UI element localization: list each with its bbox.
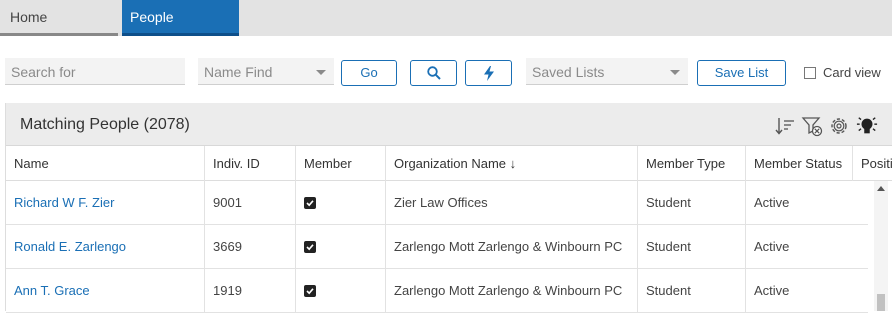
member-status-cell: Active	[745, 269, 852, 313]
person-name-link[interactable]: Ann T. Grace	[6, 269, 204, 313]
organization-cell: Zarlengo Mott Zarlengo & Winbourn PC	[385, 225, 637, 269]
member-checkbox[interactable]	[304, 197, 316, 209]
saved-lists-select[interactable]: Saved Lists	[526, 58, 688, 85]
member-cell	[295, 225, 385, 269]
search-button[interactable]	[410, 60, 457, 86]
indiv-id-cell: 3669	[204, 225, 295, 269]
check-icon	[306, 244, 314, 251]
person-name-link[interactable]: Richard W F. Zier	[6, 181, 204, 225]
table-row[interactable]: Richard W F. Zier 9001 Zier Law Offices …	[6, 181, 868, 225]
sort-icon[interactable]	[774, 115, 796, 137]
column-header-member-status[interactable]: Member Status	[745, 146, 852, 181]
filter-clear-icon[interactable]	[801, 115, 823, 137]
saved-lists-value: Saved Lists	[532, 64, 605, 80]
organization-cell: Zarlengo Mott Zarlengo & Winbourn PC	[385, 269, 637, 313]
lightbulb-icon[interactable]	[856, 115, 878, 137]
column-header-indiv-id[interactable]: Indiv. ID	[204, 146, 295, 181]
column-header-name[interactable]: Name	[6, 146, 204, 181]
save-list-button[interactable]: Save List	[697, 60, 786, 86]
card-view-label: Card view	[823, 65, 881, 80]
check-icon	[306, 200, 314, 207]
card-view-toggle[interactable]: Card view	[804, 65, 892, 82]
name-find-select[interactable]: Name Find	[198, 58, 334, 85]
results-panel: Matching People (2078) Name Indiv. ID Me…	[5, 103, 892, 313]
organization-cell: Zier Law Offices	[385, 181, 637, 225]
tab-home[interactable]: Home	[0, 0, 118, 36]
go-button[interactable]: Go	[341, 60, 397, 86]
search-icon	[426, 66, 441, 80]
tab-people[interactable]: People	[122, 0, 239, 36]
person-name-link[interactable]: Ronald E. Zarlengo	[6, 225, 204, 269]
search-toolbar: Search for Name Find Go Saved Lists Save…	[0, 58, 892, 88]
member-type-cell: Student	[637, 225, 745, 269]
scroll-thumb[interactable]	[877, 294, 885, 311]
table-row[interactable]: Ronald E. Zarlengo 3669 Zarlengo Mott Za…	[6, 225, 868, 269]
member-status-cell: Active	[745, 225, 852, 269]
settings-icon[interactable]	[828, 115, 850, 137]
column-header-organization[interactable]: Organization Name ↓	[385, 146, 637, 181]
column-header-position[interactable]: Positi	[852, 146, 892, 181]
panel-header: Matching People (2078)	[6, 103, 892, 146]
quick-action-button[interactable]	[465, 60, 512, 86]
member-checkbox[interactable]	[304, 241, 316, 253]
panel-title: Matching People (2078)	[20, 116, 190, 133]
member-type-cell: Student	[637, 181, 745, 225]
chevron-down-icon	[316, 70, 326, 75]
table-row[interactable]: Ann T. Grace 1919 Zarlengo Mott Zarlengo…	[6, 269, 868, 313]
member-status-cell: Active	[745, 181, 852, 225]
table-header: Name Indiv. ID Member Organization Name …	[6, 146, 892, 181]
member-type-cell: Student	[637, 269, 745, 313]
column-header-member[interactable]: Member	[295, 146, 385, 181]
search-input[interactable]: Search for	[5, 58, 185, 85]
member-cell	[295, 269, 385, 313]
check-icon	[306, 288, 314, 295]
column-header-member-type[interactable]: Member Type	[637, 146, 745, 181]
tab-bar: Home People	[0, 0, 892, 36]
scroll-up-arrow-icon[interactable]	[877, 186, 885, 191]
member-cell	[295, 181, 385, 225]
member-checkbox[interactable]	[304, 285, 316, 297]
indiv-id-cell: 1919	[204, 269, 295, 313]
search-placeholder: Search for	[11, 64, 76, 80]
indiv-id-cell: 9001	[204, 181, 295, 225]
card-view-checkbox[interactable]	[804, 67, 816, 79]
lightning-icon	[483, 66, 494, 81]
vertical-scrollbar[interactable]	[874, 181, 888, 311]
name-find-value: Name Find	[204, 64, 273, 80]
chevron-down-icon	[670, 70, 680, 75]
